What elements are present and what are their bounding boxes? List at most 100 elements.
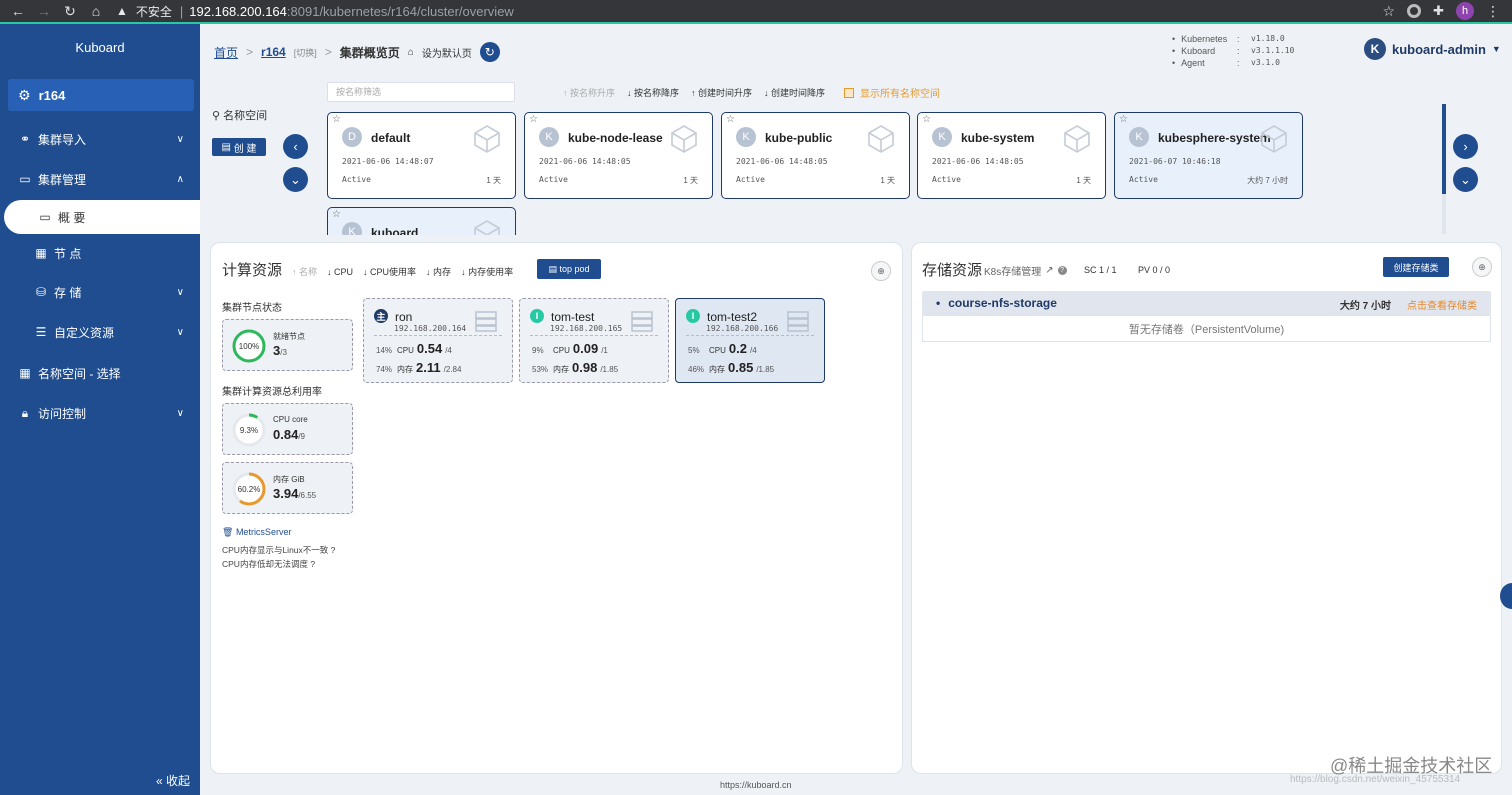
namespace-initial: K bbox=[1129, 127, 1149, 147]
namespace-created-time: 2021-06-06 14:48:05 bbox=[539, 157, 631, 166]
cube-icon bbox=[474, 220, 500, 235]
sidebar-item-label: 访问控制 bbox=[38, 406, 87, 421]
sort-name-asc[interactable]: ↑ 按名称升序 bbox=[563, 86, 615, 99]
sidebar-item-cluster-management[interactable]: ▭ 集群管理 ∧ bbox=[0, 162, 200, 196]
reload-icon[interactable]: ↻ bbox=[58, 3, 82, 20]
svg-text:100%: 100% bbox=[239, 342, 259, 351]
k8s-storage-link[interactable]: K8s存储管理 ↗? bbox=[984, 263, 1067, 278]
metrics-server-link[interactable]: 🗑︎ MetricsServer bbox=[222, 527, 291, 538]
view-storage-class-link[interactable]: 点击查看存储类 bbox=[1407, 297, 1477, 312]
sort-cpu-usage[interactable]: ↓ CPU使用率 bbox=[363, 265, 416, 278]
warning-icon: ▲ bbox=[116, 4, 128, 18]
sc-count: SC 1 / 1 bbox=[1084, 265, 1117, 275]
sidebar-item-nodes[interactable]: ▦ 节 点 bbox=[0, 236, 200, 270]
cube-icon bbox=[1261, 125, 1287, 153]
sort-cpu[interactable]: ↓ CPU bbox=[327, 267, 353, 277]
favorite-star-icon[interactable]: ☆ bbox=[332, 209, 341, 220]
set-default-link[interactable]: 设为默认页 bbox=[422, 45, 472, 60]
security-label: 不安全 bbox=[135, 4, 172, 19]
note-cannot-schedule[interactable]: CPU内存低却无法调度 ? bbox=[222, 557, 335, 571]
collapse-sidebar-button[interactable]: « 收起 bbox=[156, 772, 190, 789]
browser-toolbar: ← → ↻ ⌂ ▲ 不安全 | 192.168.200.164 :8091/ku… bbox=[0, 0, 1512, 22]
footer-link[interactable]: https://kuboard.cn bbox=[720, 780, 792, 790]
namespace-initial: D bbox=[342, 127, 362, 147]
namespace-status: Active bbox=[1129, 175, 1158, 184]
show-all-namespaces-checkbox[interactable]: 显示所有名称空间 bbox=[844, 85, 940, 100]
sidebar-item-storage[interactable]: ⛁ 存 储 ∨ bbox=[0, 275, 200, 309]
address-bar[interactable]: ▲ 不安全 | 192.168.200.164 :8091/kubernetes… bbox=[116, 1, 1383, 21]
scroll-right-button[interactable]: › bbox=[1453, 134, 1478, 159]
create-namespace-button[interactable]: ▤ 创 建 bbox=[212, 138, 266, 156]
sidebar-item-namespace-select[interactable]: ▦ 名称空间 - 选择 bbox=[0, 356, 200, 390]
home-icon[interactable]: ⌂ bbox=[84, 3, 108, 19]
memory-value: 3.94/6.55 bbox=[273, 486, 317, 501]
sidebar-item-overview[interactable]: ▭ 概 要 bbox=[4, 200, 200, 234]
sidebar-item-label: 名称空间 - 选择 bbox=[38, 366, 121, 381]
node-memory-metric: 46% 内存 0.85/1.85 bbox=[688, 360, 775, 375]
node-card[interactable]: Itom-test2 192.168.200.166 5% CPU 0.2/4 46% 内存… bbox=[675, 298, 825, 383]
user-name: kuboard-admin bbox=[1392, 41, 1486, 57]
back-icon[interactable]: ← bbox=[6, 3, 30, 19]
node-card[interactable]: Itom-test 192.168.200.165 9% CPU 0.09/1 53% 内存… bbox=[519, 298, 669, 383]
scroll-left-button[interactable]: ‹ bbox=[283, 134, 308, 159]
breadcrumb-home[interactable]: 首页 bbox=[214, 44, 238, 61]
top-pod-button[interactable]: ▤ top pod bbox=[537, 259, 601, 279]
namespace-card[interactable]: ☆ Kkube-node-lease 2021-06-06 14:48:05 Acti… bbox=[524, 112, 713, 199]
note-cpu-memory-mismatch[interactable]: CPU内存显示与Linux不一致 ? bbox=[222, 543, 335, 557]
server-icon bbox=[787, 311, 809, 332]
namespace-scrollbar[interactable] bbox=[1442, 104, 1446, 234]
favorite-star-icon[interactable]: ☆ bbox=[922, 114, 931, 125]
namespace-age: 1 天 bbox=[683, 176, 698, 185]
namespace-filter-input[interactable]: 按名称筛选 bbox=[327, 82, 515, 102]
ready-value: 3/3 bbox=[273, 343, 287, 358]
zoom-icon[interactable]: ⊕ bbox=[1472, 257, 1492, 277]
sort-time-asc[interactable]: ↑ 创建时间升序 bbox=[691, 86, 752, 99]
expand-down-button[interactable]: ⌄ bbox=[283, 167, 308, 192]
extension-icon[interactable] bbox=[1407, 4, 1422, 18]
bookmark-star-icon[interactable]: ☆ bbox=[1383, 3, 1396, 20]
namespace-card[interactable]: ☆ Kkube-system 2021-06-06 14:48:05 Active 1 … bbox=[917, 112, 1106, 199]
expand-down-button[interactable]: ⌄ bbox=[1453, 167, 1478, 192]
favorite-star-icon[interactable]: ☆ bbox=[332, 114, 341, 125]
namespace-card[interactable]: ☆ Kkube-public 2021-06-06 14:48:05 Active 1 … bbox=[721, 112, 910, 199]
zoom-icon[interactable]: ⊕ bbox=[871, 261, 891, 281]
namespace-card[interactable]: ☆ Kkuboard bbox=[327, 207, 516, 235]
sidebar-item-custom-resources[interactable]: ☰ 自定义资源 ∨ bbox=[0, 315, 200, 349]
favorite-star-icon[interactable]: ☆ bbox=[726, 114, 735, 125]
sort-memory-usage[interactable]: ↓ 内存使用率 bbox=[461, 265, 513, 278]
refresh-button[interactable]: ↻ bbox=[479, 42, 500, 62]
favorite-star-icon[interactable]: ☆ bbox=[1119, 114, 1128, 125]
sidebar-item-access-control[interactable]: 🔒︎ 访问控制 ∨ bbox=[0, 396, 200, 430]
node-name: ron bbox=[395, 310, 413, 324]
namespace-initial: K bbox=[736, 127, 756, 147]
forward-icon[interactable]: → bbox=[32, 3, 56, 19]
namespace-card[interactable]: ☆ Kkubesphere-system 2021-06-07 10:46:18 Ac… bbox=[1114, 112, 1303, 199]
sort-memory[interactable]: ↓ 内存 bbox=[426, 265, 451, 278]
cpu-value: 0.84/9 bbox=[273, 427, 305, 442]
cluster-selector[interactable]: ⚙ r164 bbox=[8, 79, 194, 111]
switch-cluster-link[interactable]: [切换] bbox=[294, 46, 317, 59]
sidebar-item-cluster-import[interactable]: ⚭ 集群导入 ∨ bbox=[0, 122, 200, 156]
node-card[interactable]: 主 ron 192.168.200.164 14% CPU 0.54/4 74% 内存 2.11… bbox=[363, 298, 513, 383]
favorite-star-icon[interactable]: ☆ bbox=[529, 114, 538, 125]
cube-icon bbox=[1064, 125, 1090, 153]
create-storage-class-button[interactable]: 创建存储类 bbox=[1383, 257, 1449, 277]
node-divider bbox=[374, 335, 502, 336]
sort-name-desc[interactable]: ↓ 按名称降序 bbox=[627, 86, 679, 99]
sort-time-desc[interactable]: ↓ 创建时间降序 bbox=[764, 86, 825, 99]
breadcrumb-cluster[interactable]: r164 bbox=[261, 45, 286, 59]
node-cpu-metric: 14% CPU 0.54/4 bbox=[376, 341, 452, 356]
storage-class-age: 大约 7 小时 bbox=[1339, 301, 1391, 312]
namespace-name: default bbox=[371, 131, 411, 145]
version-value: v3.1.0 bbox=[1251, 58, 1280, 67]
storage-class-name[interactable]: course-nfs-storage bbox=[936, 296, 1057, 310]
namespace-sort-bar: ↑ 按名称升序 ↓ 按名称降序 ↑ 创建时间升序 ↓ 创建时间降序 bbox=[563, 86, 825, 99]
namespace-status: Active bbox=[932, 175, 961, 184]
app-logo[interactable]: Kuboard bbox=[0, 24, 200, 70]
namespace-card[interactable]: ☆ Ddefault 2021-06-06 14:48:07 Active 1 天 bbox=[327, 112, 516, 199]
more-menu-icon[interactable]: ⋮ bbox=[1486, 3, 1500, 20]
sort-name[interactable]: ↑ 名称 bbox=[292, 265, 317, 278]
extensions-puzzle-icon[interactable]: ✚ bbox=[1433, 3, 1444, 19]
profile-avatar[interactable]: h bbox=[1456, 2, 1474, 20]
user-menu[interactable]: K kuboard-admin ▼ bbox=[1364, 38, 1501, 60]
